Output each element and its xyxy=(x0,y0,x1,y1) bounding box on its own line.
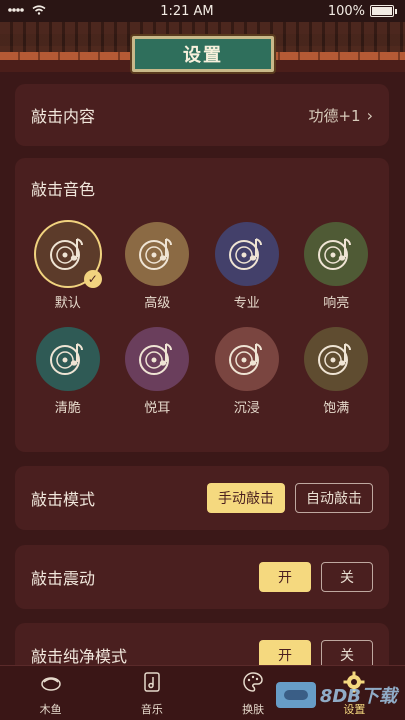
pure-mode-label: 敲击纯净模式 xyxy=(31,647,128,666)
sound-option[interactable]: 响亮 xyxy=(292,222,382,311)
battery-tip xyxy=(394,8,397,14)
content-setting-card[interactable]: 敲击内容 功德+1 › xyxy=(15,84,389,146)
status-bar: 1:21 AM 100% xyxy=(0,0,405,22)
cassette-icon xyxy=(275,682,316,708)
tab-music[interactable]: 音乐 xyxy=(112,670,192,717)
page-title: 设置 xyxy=(132,36,274,72)
battery-percent: 100% xyxy=(327,3,365,19)
sound-option-label: 默认 xyxy=(54,296,81,311)
sound-grid: ✓ 默认 高级 专业 响亮 清脆 悦耳 沉浸 饱满 xyxy=(23,222,381,416)
sound-option[interactable]: 饱满 xyxy=(292,327,382,416)
checkmark-icon: ✓ xyxy=(83,270,102,288)
wooden-fish-icon xyxy=(39,670,63,698)
content-value: 功德+1 xyxy=(308,106,361,125)
music-disc-icon xyxy=(304,327,369,391)
signal-icon xyxy=(8,4,26,19)
vibration-off-button[interactable]: 关 xyxy=(321,562,373,592)
sound-setting-card: 敲击音色 ✓ 默认 高级 专业 响亮 清脆 悦耳 沉浸 饱满 xyxy=(15,158,389,452)
music-disc-icon: ✓ xyxy=(35,222,102,288)
sound-option-label: 专业 xyxy=(233,296,260,311)
vibration-setting-card: 敲击震动 开 关 xyxy=(15,545,389,609)
sound-option-label: 响亮 xyxy=(323,296,350,311)
sound-section-title: 敲击音色 xyxy=(31,180,96,199)
content-label: 敲击内容 xyxy=(31,107,96,126)
watermark-text: 8DB下载 xyxy=(319,686,397,707)
sound-option[interactable]: ✓ 默认 xyxy=(23,222,113,311)
music-disc-icon xyxy=(214,327,279,391)
battery-icon xyxy=(369,5,394,17)
sound-option[interactable]: 高级 xyxy=(113,222,203,311)
sound-option-label: 饱满 xyxy=(323,401,350,416)
status-time: 1:21 AM xyxy=(160,3,214,19)
watermark-logo: 8DB下载 xyxy=(275,682,397,708)
chevron-right-icon: › xyxy=(366,105,373,125)
vibration-label: 敲击震动 xyxy=(31,569,96,588)
music-disc-icon xyxy=(214,222,279,286)
vibration-on-button[interactable]: 开 xyxy=(259,562,311,592)
music-disc-icon xyxy=(125,327,190,391)
mode-setting-card: 敲击模式 手动敲击 自动敲击 xyxy=(15,466,389,530)
tab-label-music: 音乐 xyxy=(140,702,163,716)
wifi-icon xyxy=(32,4,46,19)
palette-icon xyxy=(241,670,265,698)
sound-option-label: 悦耳 xyxy=(144,401,171,416)
tab-label-wooden-fish: 木鱼 xyxy=(39,702,62,716)
sound-option-label: 清脆 xyxy=(54,401,81,416)
sound-option-label: 沉浸 xyxy=(233,401,260,416)
music-disc-icon xyxy=(35,327,100,391)
tab-wooden-fish[interactable]: 木鱼 xyxy=(11,670,91,717)
sound-option[interactable]: 悦耳 xyxy=(113,327,203,416)
music-disc-icon xyxy=(125,222,190,286)
mode-label: 敲击模式 xyxy=(31,490,96,509)
sound-option[interactable]: 专业 xyxy=(202,222,292,311)
auto-mode-button[interactable]: 自动敲击 xyxy=(295,483,373,513)
sound-option[interactable]: 清脆 xyxy=(23,327,113,416)
music-disc-icon xyxy=(304,222,369,286)
manual-mode-button[interactable]: 手动敲击 xyxy=(207,483,285,513)
sound-option[interactable]: 沉浸 xyxy=(202,327,292,416)
music-file-icon xyxy=(140,670,164,698)
content-value-link[interactable]: 功德+1 › xyxy=(308,105,373,126)
tab-label-skin: 换肤 xyxy=(242,702,265,716)
sound-option-label: 高级 xyxy=(144,296,171,311)
